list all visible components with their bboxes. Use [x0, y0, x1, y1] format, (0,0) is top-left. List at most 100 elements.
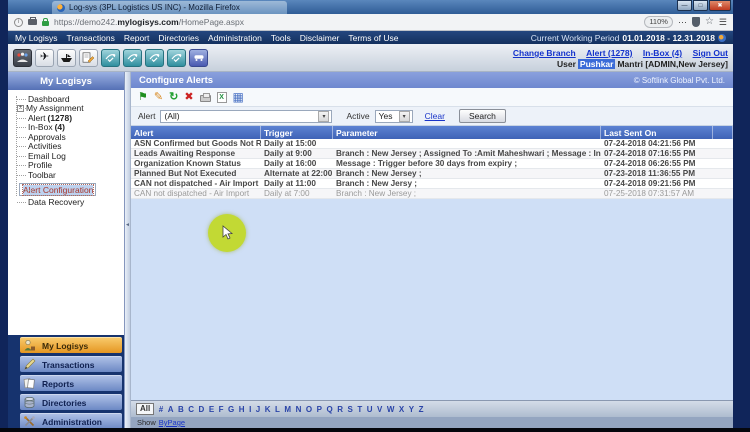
letter-link-j[interactable]: J	[256, 405, 260, 414]
menu-item-disclaimer[interactable]: Disclaimer	[300, 33, 340, 43]
shipment-shortcut-icon-2[interactable]	[123, 49, 142, 67]
page-info-icon[interactable]: i	[14, 18, 23, 27]
menu-item-transactions[interactable]: Transactions	[67, 33, 115, 43]
url-bar[interactable]: https://demo242.mylogisys.com/HomePage.a…	[54, 17, 244, 27]
refresh-icon[interactable]: ↻	[169, 92, 178, 103]
sidebar-item-my-assignment[interactable]: +My Assignment	[14, 104, 124, 114]
menu-item-directories[interactable]: Directories	[158, 33, 199, 43]
signout-link[interactable]: Sign Out	[693, 48, 728, 58]
letter-link-h[interactable]: H	[239, 405, 245, 414]
table-row[interactable]: Organization Known Status Daily at 16:00…	[131, 159, 733, 169]
browser-tab[interactable]: Log-sys (3PL Logistics US INC) - Mozilla…	[52, 1, 287, 14]
letter-link-d[interactable]: D	[199, 405, 205, 414]
letter-link-t[interactable]: T	[357, 405, 362, 414]
sidebar-item-dashboard[interactable]: Dashboard	[14, 94, 124, 104]
menu-item-terms-of-use[interactable]: Terms of Use	[348, 33, 398, 43]
shield-icon[interactable]	[692, 17, 700, 27]
sea-freight-icon[interactable]	[57, 49, 76, 67]
edit-icon[interactable]: ✎	[154, 92, 163, 103]
maximize-button[interactable]: □	[693, 0, 708, 11]
table-row[interactable]: Leads Awaiting Response Daily at 9:00 Br…	[131, 149, 733, 159]
letter-link-i[interactable]: I	[249, 405, 251, 414]
sidebar-item-email-log[interactable]: Email Log	[14, 151, 124, 161]
letter-link-k[interactable]: K	[265, 405, 271, 414]
shipment-shortcut-icon-3[interactable]	[145, 49, 164, 67]
sidebar-item-approvals[interactable]: Approvals	[14, 132, 124, 142]
table-row[interactable]: CAN not dispatched - Air Import Daily at…	[131, 189, 733, 199]
document-edit-icon[interactable]	[79, 49, 98, 67]
letter-link-x[interactable]: X	[399, 405, 404, 414]
letter-link-f[interactable]: F	[219, 405, 224, 414]
letter-link-s[interactable]: S	[347, 405, 352, 414]
print-icon[interactable]	[200, 95, 211, 102]
clear-link[interactable]: Clear	[425, 111, 445, 121]
nav-transactions[interactable]: Transactions	[20, 356, 122, 372]
nav-my-logisys[interactable]: My Logisys	[20, 337, 122, 353]
table-row[interactable]: Planned But Not Executed Alternate at 22…	[131, 169, 733, 179]
extension-icon[interactable]	[28, 19, 37, 25]
letter-link-g[interactable]: G	[228, 405, 234, 414]
menu-item-administration[interactable]: Administration	[208, 33, 262, 43]
search-button[interactable]: Search	[459, 109, 506, 123]
billing-shortcut-icon[interactable]	[189, 49, 208, 67]
sidebar-item-alert-configuration[interactable]: Alert Configuration	[19, 183, 96, 196]
add-alert-icon[interactable]: ⚑	[138, 92, 148, 103]
letter-link-z[interactable]: Z	[419, 405, 424, 414]
letter-link-r[interactable]: R	[337, 405, 343, 414]
table-row[interactable]: ASN Confirmed but Goods Not Received Dai…	[131, 139, 733, 149]
filter-all-button[interactable]: All	[136, 403, 154, 415]
sidebar-item-activities[interactable]: Activities	[14, 142, 124, 152]
col-parameter[interactable]: Parameter	[333, 126, 601, 139]
delete-icon[interactable]: ✖	[184, 92, 193, 103]
letter-link-u[interactable]: U	[367, 405, 373, 414]
sidebar-item-profile[interactable]: Profile	[14, 161, 124, 171]
active-filter-select[interactable]: Yes ▾	[375, 110, 413, 123]
nav-administration[interactable]: Administration	[20, 413, 122, 428]
col-last-sent-on[interactable]: Last Sent On	[601, 126, 713, 139]
export-excel-icon[interactable]: X	[217, 92, 227, 103]
page-actions-icon[interactable]: ⋯	[678, 17, 687, 28]
letter-link-b[interactable]: B	[178, 405, 184, 414]
menu-item-report[interactable]: Report	[124, 33, 150, 43]
sidebar-item-inbox[interactable]: In-Box(4)	[14, 123, 124, 133]
expand-icon[interactable]: +	[17, 105, 24, 112]
grid-view-icon[interactable]: ▦	[233, 92, 244, 103]
sidebar-item-alert[interactable]: Alert(1278)	[14, 113, 124, 123]
letter-link-y[interactable]: Y	[409, 405, 414, 414]
col-trigger[interactable]: Trigger	[261, 126, 333, 139]
shipment-shortcut-icon-1[interactable]	[101, 49, 120, 67]
letter-link-hash[interactable]: #	[159, 405, 163, 414]
bookmark-star-icon[interactable]: ☆	[705, 17, 714, 27]
zoom-level-badge[interactable]: 110%	[644, 16, 673, 28]
letter-link-o[interactable]: O	[306, 405, 312, 414]
letter-link-a[interactable]: A	[168, 405, 174, 414]
letter-link-l[interactable]: L	[275, 405, 280, 414]
minimize-button[interactable]: —	[677, 0, 692, 11]
shipment-shortcut-icon-4[interactable]	[167, 49, 186, 67]
letter-link-n[interactable]: N	[296, 405, 302, 414]
nav-directories[interactable]: Directories	[20, 394, 122, 410]
change-branch-link[interactable]: Change Branch	[513, 48, 576, 58]
close-button[interactable]: ✖	[709, 0, 731, 11]
letter-link-p[interactable]: P	[317, 405, 322, 414]
letter-link-e[interactable]: E	[209, 405, 214, 414]
hamburger-menu-icon[interactable]: ☰	[719, 17, 727, 28]
air-freight-icon[interactable]: ✈	[35, 49, 54, 67]
menu-item-tools[interactable]: Tools	[271, 33, 291, 43]
menu-item-my-logisys[interactable]: My Logisys	[15, 33, 58, 43]
nav-reports[interactable]: Reports	[20, 375, 122, 391]
table-row[interactable]: CAN not dispatched - Air Import Daily at…	[131, 179, 733, 189]
sidebar-item-toolbar[interactable]: Toolbar	[14, 170, 124, 180]
alert-filter-select[interactable]: (All) ▾	[160, 110, 332, 123]
letter-link-q[interactable]: Q	[326, 405, 332, 414]
sidebar-item-data-recovery[interactable]: Data Recovery	[14, 198, 124, 208]
letter-link-m[interactable]: M	[284, 405, 291, 414]
letter-link-w[interactable]: W	[387, 405, 395, 414]
col-alert[interactable]: Alert	[131, 126, 261, 139]
by-page-link[interactable]: ByPage	[159, 418, 185, 427]
inbox-link[interactable]: In-Box (4)	[643, 48, 682, 58]
contacts-icon[interactable]	[13, 49, 32, 67]
alert-link[interactable]: Alert (1278)	[586, 48, 632, 58]
letter-link-c[interactable]: C	[188, 405, 194, 414]
letter-link-v[interactable]: V	[377, 405, 382, 414]
